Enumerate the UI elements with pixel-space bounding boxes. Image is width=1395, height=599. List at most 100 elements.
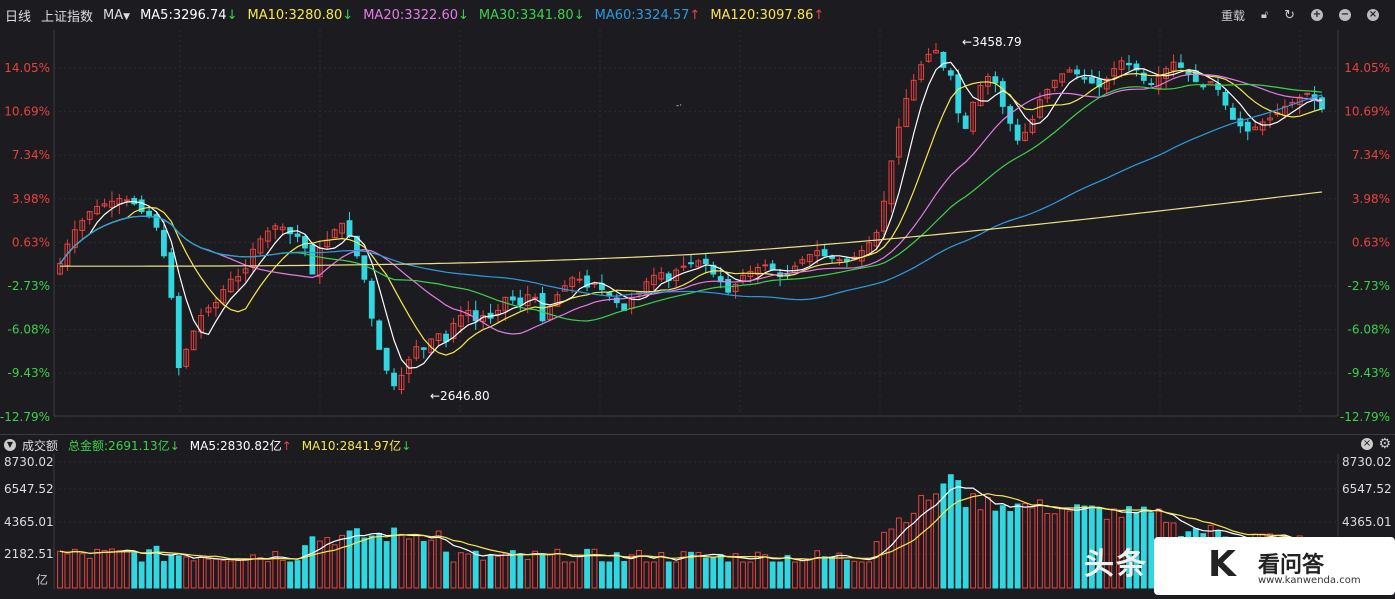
volume-bar	[428, 539, 435, 589]
candle-body	[175, 296, 182, 369]
volume-bar	[858, 561, 865, 589]
arrow-down-icon: ↓	[458, 7, 469, 23]
volume-bar	[843, 559, 850, 589]
volume-bar	[1022, 503, 1028, 589]
watermark-text-1: 头条	[1084, 547, 1148, 582]
reload-button[interactable]: 重载	[1221, 7, 1245, 24]
volume-bar	[532, 550, 539, 589]
volume-bar	[621, 561, 628, 589]
arrow-down-icon: ↓	[226, 7, 238, 23]
price-tick-label-right: -12.79%	[1340, 410, 1390, 424]
volume-tick-label-left: 2182.51	[4, 547, 54, 561]
volume-bar	[547, 553, 553, 589]
volume-bar	[613, 552, 620, 589]
volume-close-icon[interactable]: ×	[1361, 438, 1373, 450]
volume-bar	[962, 507, 969, 589]
period-selector[interactable]: 日线	[5, 6, 31, 25]
volume-bar	[175, 555, 182, 589]
volume-bar	[895, 517, 902, 589]
volume-bar	[1059, 508, 1066, 589]
volume-ma5-value: MA5:2830.82亿	[189, 438, 282, 453]
ma30-value: MA30:3341.80	[478, 7, 574, 23]
volume-bar	[250, 554, 256, 589]
volume-bar	[495, 555, 501, 589]
candle-body	[836, 259, 843, 262]
zoom-in-icon[interactable]: +	[1311, 9, 1323, 21]
volume-bar	[695, 551, 702, 589]
volume-bar	[257, 557, 264, 589]
volume-bar	[339, 534, 346, 589]
ma20-line	[59, 73, 1323, 335]
volume-bar	[227, 560, 234, 589]
volume-bar	[116, 550, 123, 589]
price-tick-label-left: 3.98%	[12, 192, 50, 206]
volume-tick-label-left: 8730.02	[4, 455, 54, 469]
volume-bar	[331, 544, 338, 589]
ma30-label: MA30:3341.80↓	[479, 8, 585, 23]
price-tick-label-left: -9.43%	[8, 366, 50, 380]
candle-body	[1244, 121, 1251, 132]
candle-body	[161, 229, 167, 257]
volume-bar	[903, 522, 910, 589]
candle-body	[955, 74, 962, 114]
volume-bar	[443, 551, 449, 589]
lock-icon[interactable]: 🔓︎	[1261, 8, 1268, 22]
collapse-icon[interactable]: ▼	[4, 439, 16, 451]
candle-body	[302, 236, 308, 249]
volume-bar	[212, 558, 219, 589]
candle-body	[391, 372, 397, 387]
candle-body	[1014, 124, 1021, 141]
price-tick-label-right: 7.34%	[1352, 148, 1390, 162]
volume-bar	[799, 560, 806, 589]
candle-body	[1088, 76, 1095, 84]
volume-bar	[457, 552, 464, 589]
arrow-down-icon: ↓	[169, 438, 180, 453]
candle-body	[680, 265, 687, 268]
arrow-down-icon: ↓	[401, 438, 412, 453]
volume-bar	[279, 559, 286, 589]
volume-bar	[398, 533, 405, 589]
candle-body	[962, 115, 969, 129]
volume-header: ▼ 成交额 总金额:2691.13亿↓ MA5:2830.82亿↑ MA10:2…	[0, 434, 1395, 455]
candle-body	[769, 263, 776, 271]
volume-bar	[1007, 511, 1014, 589]
volume-bar	[740, 561, 746, 589]
volume-tick-label-left: 6547.52	[4, 482, 54, 496]
volume-bar	[435, 530, 442, 589]
volume-bar	[413, 534, 420, 589]
volume-bar	[57, 550, 63, 589]
volume-bar	[383, 541, 390, 589]
price-chart[interactable]: 14.05% 10.69% 7.34% 3.98% 0.63% -2.73% -6.08% -…	[0, 30, 1395, 434]
candles	[57, 43, 1325, 395]
zoom-out-icon[interactable]: −	[1339, 9, 1351, 21]
gear-icon[interactable]: ⚙	[1378, 436, 1391, 452]
volume-total: 总金额:2691.13亿↓	[68, 437, 180, 454]
volume-bar	[992, 510, 999, 589]
volume-bar	[242, 558, 249, 589]
volume-bar	[702, 557, 709, 589]
volume-bar	[628, 554, 635, 589]
price-tick-label-left: -12.79%	[0, 410, 50, 424]
candle-body	[361, 255, 368, 280]
volume-bar	[673, 561, 680, 589]
ma60-value: MA60:3324.57	[594, 7, 690, 23]
indicator-selector[interactable]: MA▼	[103, 8, 130, 23]
refresh-icon[interactable]: ↻	[1284, 8, 1295, 23]
volume-bar	[287, 561, 294, 589]
volume-bar	[732, 553, 739, 589]
arrow-up-icon: ↑	[813, 7, 825, 23]
toolbar-right: 重载 🔓︎ ↻ + − ×	[1221, 0, 1389, 30]
volume-bar	[354, 528, 360, 589]
volume-bar	[101, 549, 108, 589]
candle-body	[294, 233, 301, 237]
candle-body	[999, 81, 1006, 107]
arrow-up-icon: ↑	[689, 7, 701, 23]
volume-bar	[970, 493, 977, 589]
volume-bar	[1036, 499, 1043, 589]
volume-bar	[376, 532, 383, 589]
close-icon[interactable]: ×	[1367, 9, 1379, 21]
volume-bar	[747, 561, 754, 589]
candle-body	[383, 347, 390, 371]
candle-body	[346, 220, 353, 237]
candle-body	[517, 297, 524, 306]
